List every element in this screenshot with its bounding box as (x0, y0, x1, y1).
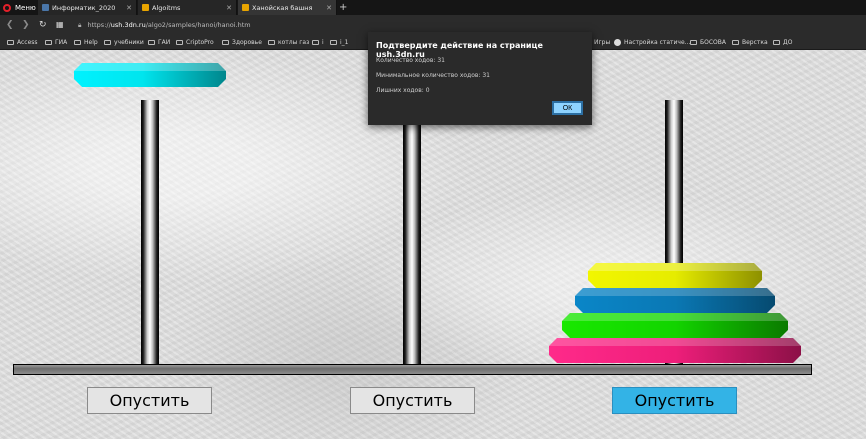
confirm-dialog: Подтвердите действие на странице ush.3dn… (368, 32, 592, 125)
bookmark-label: ГИА (55, 38, 68, 46)
drop-button-rod-3[interactable]: Опустить (612, 387, 737, 414)
bookmark-i[interactable]: i (312, 37, 324, 47)
bookmark-label: i_1 (340, 38, 349, 46)
tab-hanoi[interactable]: Ханойская башня ✕ (238, 0, 337, 15)
bookmark-label: Настройка статиче... (624, 38, 691, 46)
disk-green[interactable] (562, 313, 788, 338)
url-domain: ush.3dn.ru (110, 21, 146, 29)
reload-icon[interactable]: ↻ (39, 19, 47, 31)
folder-icon (773, 39, 780, 45)
folder-icon (732, 39, 739, 45)
tower-base (13, 364, 812, 375)
moves-count-text: Количество ходов: 31 (376, 57, 445, 64)
min-moves-text: Минимальное количество ходов: 31 (376, 72, 490, 79)
tab-title: Информатик_2020 (52, 3, 116, 12)
close-icon[interactable]: ✕ (126, 4, 132, 12)
menu-label: Меню (15, 3, 36, 12)
back-icon[interactable]: ❮ (6, 19, 14, 31)
bookmark-gia[interactable]: ГИА (45, 37, 67, 47)
bookmark-bosova[interactable]: БОСОВА (690, 37, 726, 47)
url-path: /algo2/samples/hanoi/hanoi.htm (145, 21, 251, 29)
extra-moves-text: Лишних ходов: 0 (376, 87, 430, 94)
bookmark-label: ГАИ (158, 38, 171, 46)
disk-pink[interactable] (549, 338, 801, 363)
bookmark-i1[interactable]: i_1 (330, 37, 348, 47)
disk-yellow[interactable] (588, 263, 762, 288)
folder-icon (7, 39, 14, 45)
bookmark-label: котлы газ (278, 38, 310, 46)
close-icon[interactable]: ✕ (326, 4, 332, 12)
folder-icon (690, 39, 697, 45)
folder-icon (176, 39, 183, 45)
site-favicon-icon (242, 4, 249, 11)
tab-title: Algoitms (152, 3, 181, 12)
bookmark-access[interactable]: Access (7, 37, 38, 47)
ok-button[interactable]: ОК (552, 101, 583, 115)
bookmark-label: i (322, 38, 324, 46)
opera-menu-button[interactable]: Меню (3, 1, 36, 14)
folder-icon (222, 39, 229, 45)
bookmark-zdorovie[interactable]: Здоровье (222, 37, 262, 47)
bookmark-kotly[interactable]: котлы газ (268, 37, 309, 47)
opera-logo-icon (3, 3, 11, 12)
tab-informatik[interactable]: Информатик_2020 ✕ (38, 0, 137, 15)
bookmark-label: БОСОВА (700, 38, 726, 46)
folder-icon (268, 39, 275, 45)
disk-cyan[interactable] (74, 63, 226, 87)
folder-icon (330, 39, 337, 45)
tab-title: Ханойская башня (252, 3, 313, 12)
drop-button-rod-2[interactable]: Опустить (350, 387, 475, 414)
tab-bar: Меню Информатик_2020 ✕ Algoitms ✕ Ханойс… (0, 0, 866, 15)
tabs-grid-icon[interactable]: ▦ (56, 19, 64, 31)
wordpress-icon (614, 38, 621, 46)
disk-blue[interactable] (575, 288, 775, 313)
bookmark-nastroika[interactable]: Настройка статиче... (614, 37, 690, 47)
rod-2 (403, 124, 421, 364)
tab-algoitms[interactable]: Algoitms ✕ (138, 0, 237, 15)
url-prefix: https:// (87, 21, 111, 29)
folder-icon (104, 39, 111, 45)
new-tab-button[interactable]: + (339, 1, 347, 14)
drop-button-rod-1[interactable]: Опустить (87, 387, 212, 414)
bookmark-gai[interactable]: ГАИ (148, 37, 170, 47)
lock-icon: 🔒︎ (78, 20, 82, 29)
forward-icon[interactable]: ❯ (22, 19, 30, 31)
bookmark-label: Help (84, 38, 98, 46)
site-favicon-icon (142, 4, 149, 11)
bookmark-label: Access (17, 38, 38, 46)
close-icon[interactable]: ✕ (226, 4, 232, 12)
bookmark-criptopro[interactable]: CriptoPro (176, 37, 214, 47)
bookmark-help[interactable]: Help (74, 37, 98, 47)
bookmark-label: учебники (114, 38, 144, 46)
bookmark-label: Игры (594, 38, 611, 46)
bookmark-do[interactable]: ДО (773, 37, 792, 47)
folder-icon (148, 39, 155, 45)
folder-icon (312, 39, 319, 45)
bookmark-label: Верстка (742, 38, 768, 46)
vk-favicon-icon (42, 4, 49, 11)
bookmark-label: CriptoPro (186, 38, 214, 46)
url-field[interactable]: 🔒︎ https://ush.3dn.ru/algo2/samples/hano… (78, 19, 251, 31)
bookmark-label: ДО (783, 38, 793, 46)
url-text: https://ush.3dn.ru/algo2/samples/hanoi/h… (87, 21, 250, 29)
rod-1 (141, 100, 159, 364)
bookmark-label: Здоровье (232, 38, 262, 46)
bookmark-uchebniki[interactable]: учебники (104, 37, 144, 47)
bookmark-igry[interactable]: Игры (594, 37, 610, 47)
folder-icon (45, 39, 52, 45)
bookmark-verstka[interactable]: Верстка (732, 37, 768, 47)
folder-icon (74, 39, 81, 45)
